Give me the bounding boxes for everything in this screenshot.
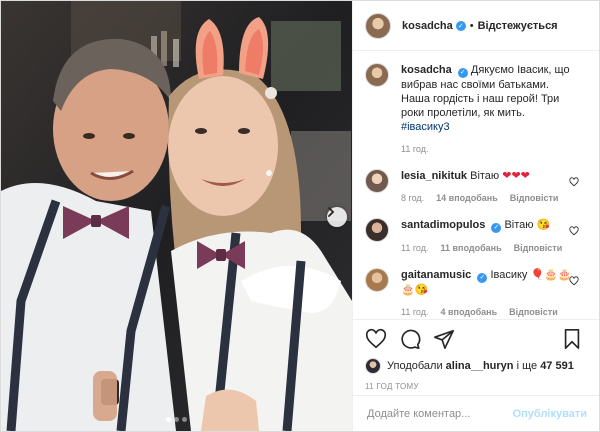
avatar[interactable] xyxy=(365,218,389,242)
author-username[interactable]: kosadcha xyxy=(402,20,453,32)
verified-badge-icon: ✓ xyxy=(491,223,502,233)
comment-text: Вітаю xyxy=(470,170,500,182)
share-icon[interactable] xyxy=(433,328,455,350)
post-header: kosadcha ✓ • Відстежується xyxy=(353,1,599,51)
post-actions: Уподобали alina__huryn і ще 47 591 11 ГО… xyxy=(353,319,599,395)
likes-and: і ще xyxy=(516,360,538,372)
comment-time[interactable]: 8 год. xyxy=(401,191,424,205)
verified-badge-icon: ✓ xyxy=(455,20,466,31)
comment-item: santadimopulos ✓ Вітаю 😘 11 год. 11 впод… xyxy=(365,218,587,255)
add-comment-bar: Опублікувати xyxy=(353,395,599,431)
avatar[interactable] xyxy=(365,268,389,292)
comment-username[interactable]: santadimopulos xyxy=(401,219,485,231)
comment-time[interactable]: 11 год. xyxy=(401,305,429,319)
caption-time[interactable]: 11 год. xyxy=(401,142,429,156)
avatar[interactable] xyxy=(365,169,389,193)
chevron-right-icon xyxy=(328,207,335,217)
comment-likes[interactable]: 11 вподобань xyxy=(441,241,502,255)
reply-button[interactable]: Відповісти xyxy=(514,241,563,255)
likes-summary: Уподобали alina__huryn і ще 47 591 xyxy=(365,358,587,374)
comments-list: kosadcha ✓ Дякуємо Івасик, що вибрав нас… xyxy=(353,51,599,319)
comment-likes[interactable]: 14 вподобань xyxy=(436,191,498,205)
heart-icon[interactable] xyxy=(569,226,579,236)
carousel-dot xyxy=(182,417,187,422)
verified-badge-icon: ✓ xyxy=(457,68,468,78)
post-photo[interactable] xyxy=(1,1,353,431)
instagram-post: kosadcha ✓ • Відстежується kosadcha ✓ Дя… xyxy=(0,0,600,432)
comment-text: Івасику xyxy=(490,269,528,281)
comment-emoji: 😘 xyxy=(536,219,551,231)
likes-prefix: Уподобали xyxy=(387,360,443,372)
heart-icon[interactable] xyxy=(569,177,579,187)
reply-button[interactable]: Відповісти xyxy=(510,191,559,205)
comment-input[interactable] xyxy=(365,406,513,421)
photo-illustration xyxy=(1,1,352,431)
comment-time[interactable]: 11 год. xyxy=(401,241,429,255)
avatar[interactable] xyxy=(365,12,391,39)
comment-likes[interactable]: 4 вподобань xyxy=(441,305,498,319)
next-photo-button[interactable] xyxy=(327,207,347,227)
comment-text: Вітаю xyxy=(504,219,534,231)
carousel-dot xyxy=(166,417,171,422)
heart-icon[interactable] xyxy=(365,328,387,350)
hashtag-link[interactable]: #івасику3 xyxy=(401,121,450,133)
carousel-dots xyxy=(1,417,352,422)
likes-count[interactable]: 47 591 xyxy=(540,360,574,372)
caption-username[interactable]: kosadcha xyxy=(401,64,452,76)
follow-status-button[interactable]: Відстежується xyxy=(478,20,558,32)
bookmark-icon[interactable] xyxy=(561,328,583,350)
separator: • xyxy=(469,19,474,32)
reply-button[interactable]: Відповісти xyxy=(509,305,558,319)
comment-username[interactable]: lesia_nikituk xyxy=(401,170,467,182)
avatar[interactable] xyxy=(365,358,381,374)
post-side-panel: kosadcha ✓ • Відстежується kosadcha ✓ Дя… xyxy=(353,1,599,431)
avatar[interactable] xyxy=(365,63,389,87)
post-timestamp[interactable]: 11 ГОД ТОМУ xyxy=(365,382,587,391)
comment-username[interactable]: gaitanamusic xyxy=(401,269,471,281)
comment-item: gaitanamusic ✓ Івасику 🎈🎂🎂 🎂😘 11 год. 4 … xyxy=(365,268,587,319)
carousel-dot xyxy=(174,417,179,422)
publish-button[interactable]: Опублікувати xyxy=(513,408,587,420)
heart-icon[interactable] xyxy=(569,276,579,286)
likes-user-link[interactable]: alina__huryn xyxy=(446,360,514,372)
verified-badge-icon: ✓ xyxy=(477,273,488,283)
comment-emoji: ❤❤❤ xyxy=(502,170,530,182)
comment-item: lesia_nikituk Вітаю ❤❤❤ 8 год. 14 вподоб… xyxy=(365,169,587,205)
caption: kosadcha ✓ Дякуємо Івасик, що вибрав нас… xyxy=(365,63,587,156)
comment-icon[interactable] xyxy=(399,328,421,350)
